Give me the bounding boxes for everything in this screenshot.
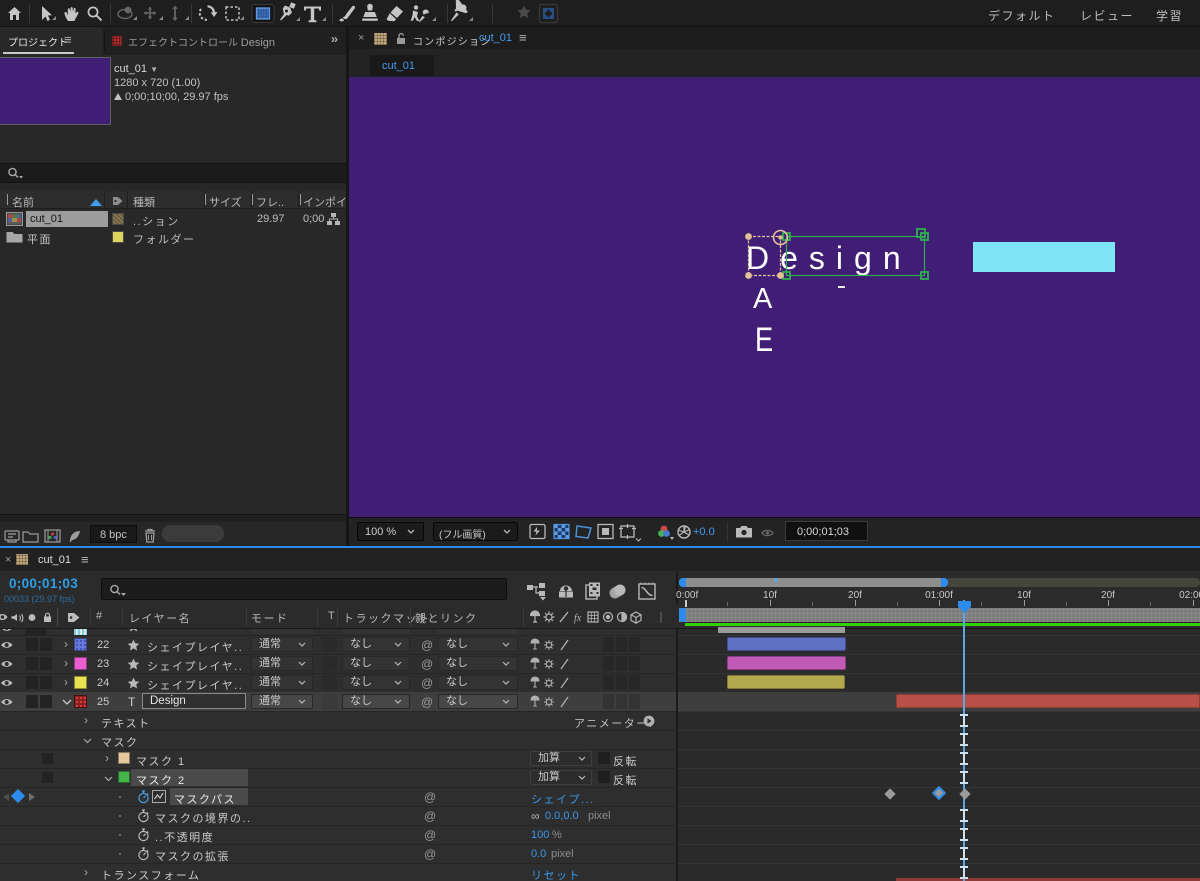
svg-text:fx: fx [574, 613, 582, 624]
